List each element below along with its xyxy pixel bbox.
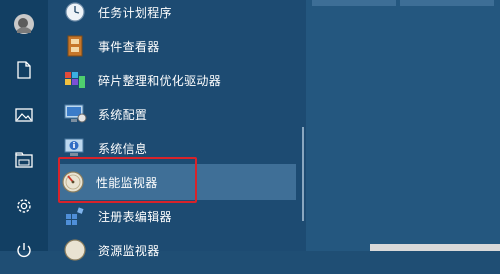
- resource-monitor-icon: [62, 237, 88, 263]
- start-rail: [0, 0, 48, 258]
- tile[interactable]: [312, 0, 396, 6]
- clock-icon: [62, 0, 88, 25]
- registry-editor-icon: [62, 203, 88, 229]
- documents-icon: [16, 61, 32, 83]
- user-avatar-icon: [13, 13, 35, 39]
- tile[interactable]: [400, 0, 494, 6]
- power-button[interactable]: [0, 230, 48, 274]
- system-config-icon: [62, 101, 88, 127]
- settings-button[interactable]: [0, 186, 48, 230]
- app-label: 资源监视器: [98, 243, 160, 258]
- tiles-area: [306, 0, 500, 251]
- file-explorer-button[interactable]: [0, 140, 48, 184]
- file-explorer-icon: [15, 152, 33, 172]
- app-system-config[interactable]: 系统配置: [62, 96, 298, 132]
- power-icon: [15, 241, 33, 263]
- app-list-scrollbar[interactable]: [302, 127, 304, 221]
- app-label: 系统信息: [98, 141, 148, 156]
- app-label: 事件查看器: [98, 39, 160, 54]
- pictures-icon: [15, 107, 33, 126]
- settings-icon: [15, 197, 33, 219]
- user-avatar-button[interactable]: [0, 4, 48, 48]
- app-label: 注册表编辑器: [98, 209, 172, 224]
- documents-button[interactable]: [0, 50, 48, 94]
- app-resource-monitor[interactable]: 资源监视器: [62, 232, 298, 268]
- app-label: 任务计划程序: [98, 5, 172, 20]
- defrag-icon: [62, 67, 88, 93]
- app-list: 任务计划程序 事件查看器 碎片整理和优化驱动器 系统配置 系统信息 性能监视器 …: [48, 0, 306, 261]
- selection-highlight-box: [58, 157, 197, 203]
- pictures-button[interactable]: [0, 94, 48, 138]
- app-label: 系统配置: [98, 107, 148, 122]
- app-task-scheduler[interactable]: 任务计划程序: [62, 0, 298, 30]
- app-event-viewer[interactable]: 事件查看器: [62, 28, 298, 64]
- event-viewer-icon: [62, 33, 88, 59]
- app-defrag[interactable]: 碎片整理和优化驱动器: [62, 62, 298, 98]
- tile[interactable]: [370, 244, 500, 251]
- app-registry-editor[interactable]: 注册表编辑器: [62, 198, 298, 234]
- app-label: 碎片整理和优化驱动器: [98, 73, 222, 88]
